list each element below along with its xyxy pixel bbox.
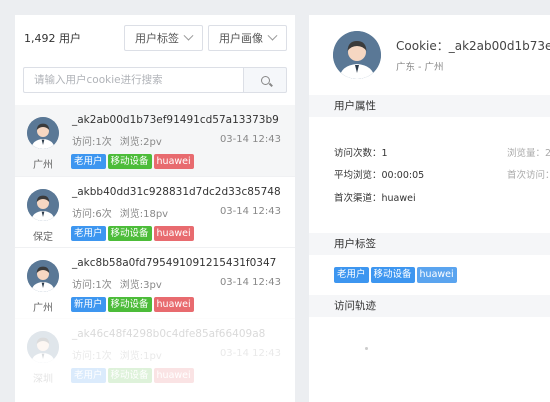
visit-track-area	[309, 317, 550, 357]
first-visit-label: 首次访问：	[507, 170, 550, 181]
profile-location: 广东 - 广州	[396, 62, 444, 73]
user-avatar-icon	[27, 117, 59, 149]
user-cookie-id: _ak46c48f4298b0c4dfe85af66409a8	[72, 328, 266, 340]
user-city: 广州	[33, 160, 53, 171]
user-list-item[interactable]: 深圳 _ak46c48f4298b0c4dfe85af66409a8 访问:1次 浏览…	[15, 318, 295, 389]
user-tag-badge: huawei	[153, 297, 194, 312]
user-tag-badge: 老用户	[71, 226, 106, 241]
user-tag-badge: 移动设备	[107, 368, 152, 383]
user-tag-badge: 移动设备	[107, 226, 152, 241]
search-row: 请输入用户cookie进行搜索	[15, 61, 295, 99]
user-tag-list: 老用户 移动设备 huawei	[71, 368, 196, 383]
user-tag-list: 新用户 移动设备 huawei	[71, 297, 196, 312]
avatar	[27, 189, 59, 221]
visit-count-value: 1	[381, 148, 388, 159]
user-city: 保定	[33, 232, 53, 243]
profile-tag-badge: 老用户	[334, 267, 369, 283]
profile-cookie-title: Cookie：_ak2ab00d1b73ef91491c	[396, 39, 550, 53]
track-dot	[365, 347, 368, 350]
first-channel-value: huawei	[381, 193, 416, 204]
user-tag-badge: 老用户	[71, 368, 106, 383]
user-tag-badge: 老用户	[71, 154, 106, 169]
visit-count: 访问:1次	[72, 137, 112, 148]
profile-tag-badge: huawei	[416, 267, 457, 283]
user-list-item[interactable]: 广州 _ak2ab00d1b73ef91491cd57a13373b9 访问:1次浏…	[15, 105, 295, 176]
user-list-panel: 1,492 用户 用户标签 用户画像 请输入用户cookie进行搜索 广州 _ak…	[15, 15, 295, 402]
avg-browse-row: 平均浏览：00:00:05	[334, 167, 424, 181]
user-detail-panel: Cookie：_ak2ab00d1b73ef91491c 广东 - 广州 用户属…	[309, 15, 550, 402]
user-tag-badge: 移动设备	[107, 154, 152, 169]
user-tag-badge: huawei	[153, 226, 194, 241]
user-portrait-dropdown[interactable]: 用户画像	[208, 25, 287, 51]
visit-count-label: 访问次数：	[334, 148, 382, 159]
avg-browse-label: 平均浏览：	[334, 170, 382, 181]
page-views: 浏览:1pv	[119, 351, 162, 362]
search-icon	[260, 75, 270, 85]
user-tag-badge: 新用户	[71, 297, 106, 312]
page-views-label: 浏览量：2	[507, 148, 550, 159]
user-stats: 访问:6次 浏览:18pv	[72, 205, 168, 220]
user-tag-badge: huawei	[153, 154, 194, 169]
first-channel-row: 首次渠道：huawei	[334, 190, 416, 204]
list-header: 1,492 用户 用户标签 用户画像	[15, 15, 295, 61]
profile-tag-badge: 移动设备	[370, 267, 415, 283]
section-visit-track: 访问轨迹	[309, 295, 550, 317]
attributes-block: 访问次数：1 浏览量：2 平均浏览：00:00:05 首次访问： 首次渠道：hu…	[309, 117, 550, 233]
user-tag-list: 老用户 移动设备 huawei	[71, 154, 196, 169]
last-visit-time: 03-14 12:43	[219, 348, 281, 359]
user-count: 1,492 用户	[24, 32, 81, 45]
section-user-attributes: 用户属性	[309, 95, 550, 117]
section-user-tags: 用户标签	[309, 233, 550, 255]
user-tag-dropdown[interactable]: 用户标签	[124, 25, 203, 51]
last-visit-time: 03-14 12:43	[219, 206, 281, 217]
user-list-item[interactable]: 广州 _akc8b58a0fd795491091215431f0347 访问:1次浏…	[15, 247, 295, 318]
user-stats: 访问:1次 浏览:2pv	[72, 133, 162, 148]
user-avatar-icon	[27, 331, 59, 363]
search-button[interactable]	[243, 67, 287, 93]
user-cookie-id: _akc8b58a0fd795491091215431f0347	[72, 257, 277, 269]
last-visit-time: 03-14 12:43	[219, 277, 281, 288]
user-list: 广州 _ak2ab00d1b73ef91491cd57a13373b9 访问:1次浏…	[15, 105, 295, 389]
visit-count: 访问:1次	[72, 351, 112, 362]
chevron-down-icon	[267, 30, 278, 41]
user-avatar-icon	[27, 189, 59, 221]
avatar	[27, 117, 59, 149]
visit-count: 访问:6次	[72, 209, 112, 220]
avg-browse-value: 00:00:05	[381, 170, 425, 181]
user-avatar-icon	[333, 31, 381, 79]
profile-tag-list: 老用户 移动设备 huawei	[309, 255, 550, 295]
visit-count-row: 访问次数：1	[334, 145, 388, 159]
app-root: 1,492 用户 用户标签 用户画像 请输入用户cookie进行搜索 广州 _ak…	[0, 0, 550, 402]
user-list-item[interactable]: 保定 _akbb40dd31c928831d7dc2d33c85748 访问:6次浏…	[15, 176, 295, 247]
user-stats: 访问:1次 浏览:1pv	[72, 347, 162, 362]
avatar	[27, 260, 59, 292]
page-views: 浏览:18pv	[119, 209, 169, 220]
user-tag-dropdown-label: 用户标签	[135, 32, 179, 45]
user-cookie-id: _akbb40dd31c928831d7dc2d33c85748	[72, 186, 281, 198]
avatar	[333, 31, 381, 79]
chevron-down-icon	[183, 30, 194, 41]
user-cookie-id: _ak2ab00d1b73ef91491cd57a13373b9	[72, 114, 279, 126]
user-city: 广州	[33, 303, 53, 314]
avatar	[27, 331, 59, 363]
profile-header: Cookie：_ak2ab00d1b73ef91491c 广东 - 广州	[309, 15, 550, 95]
user-tag-badge: huawei	[153, 368, 194, 383]
last-visit-time: 03-14 12:43	[219, 134, 281, 145]
page-views: 浏览:3pv	[119, 280, 162, 291]
visit-count: 访问:1次	[72, 280, 112, 291]
user-city: 深圳	[33, 374, 53, 385]
user-tag-list: 老用户 移动设备 huawei	[71, 226, 196, 241]
user-tag-badge: 移动设备	[107, 297, 152, 312]
page-views: 浏览:2pv	[119, 137, 162, 148]
user-stats: 访问:1次 浏览:3pv	[72, 276, 162, 291]
user-avatar-icon	[27, 260, 59, 292]
first-channel-label: 首次渠道：	[334, 193, 382, 204]
search-input[interactable]: 请输入用户cookie进行搜索	[23, 67, 243, 93]
user-portrait-dropdown-label: 用户画像	[219, 32, 263, 45]
